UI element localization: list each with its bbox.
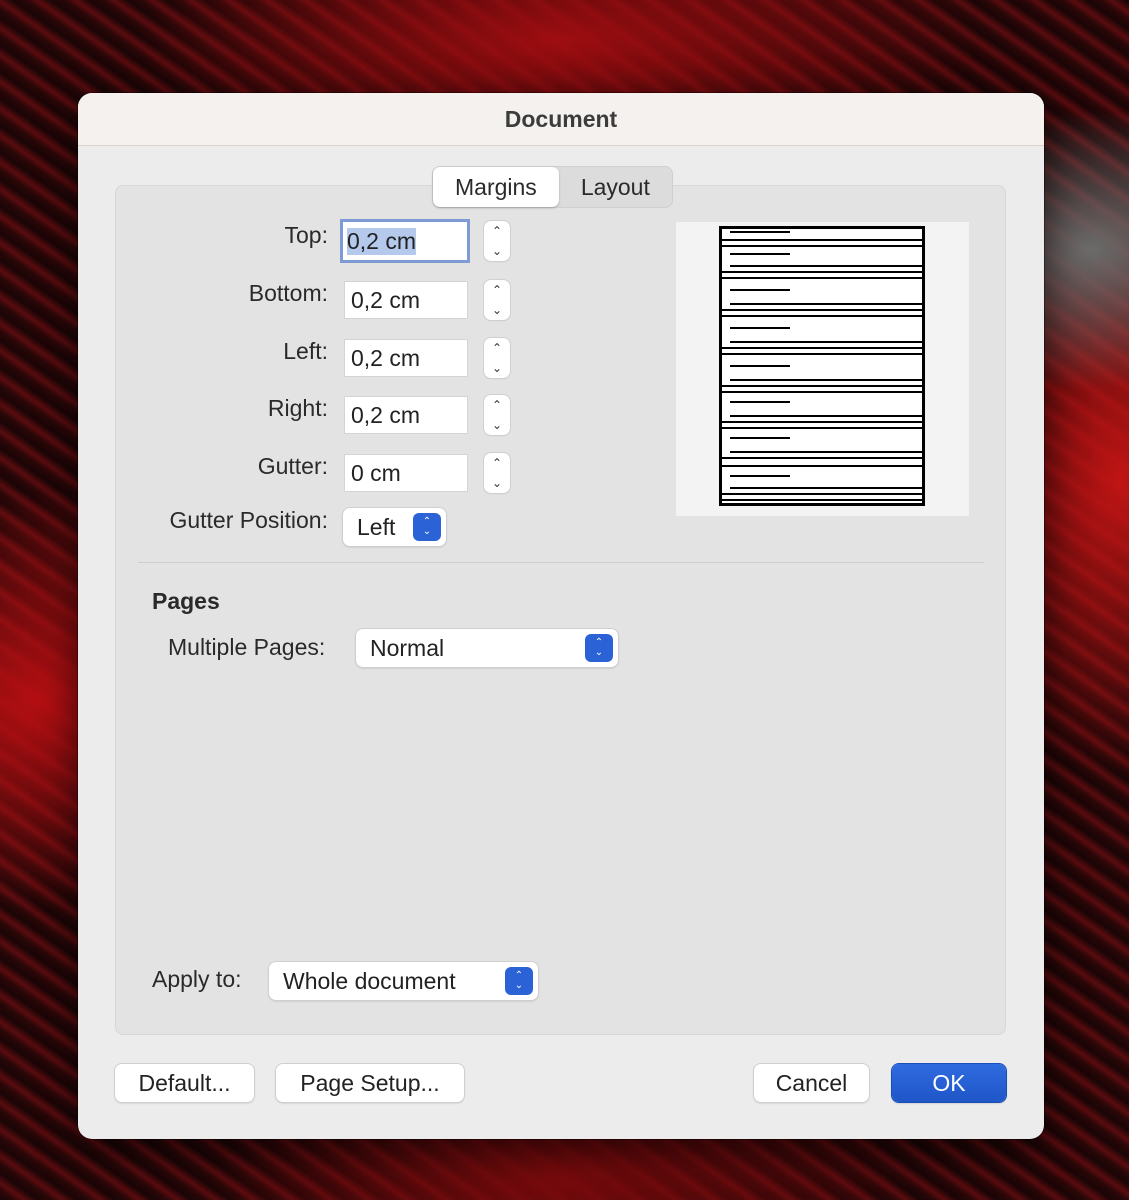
chevron-down-icon[interactable]: ⌄ [492, 419, 502, 431]
multiple-pages-value: Normal [370, 634, 445, 661]
preview-line [730, 437, 790, 439]
preview-line [722, 347, 922, 349]
preview-line [730, 289, 790, 291]
title-bar: Document [78, 93, 1044, 146]
default-button[interactable]: Default... [115, 1064, 254, 1102]
bottom-margin-stepper[interactable]: ⌃ ⌄ [484, 280, 510, 320]
left-margin-stepper[interactable]: ⌃ ⌄ [484, 338, 510, 378]
gutter-position-label: Gutter Position: [169, 507, 328, 533]
margins-panel: Top: 0,2 cm ⌃ ⌄ Bottom: 0,2 cm ⌃ ⌄ Left:… [115, 185, 1006, 1035]
chevron-up-icon[interactable]: ⌃ [492, 399, 502, 411]
left-margin-input[interactable]: 0,2 cm [344, 339, 468, 377]
chevron-updown-icon: ⌃ ⌄ [585, 634, 613, 662]
preview-line [722, 391, 922, 393]
document-dialog: Document Margins Layout Top: 0,2 cm ⌃ ⌄ … [78, 93, 1044, 1139]
preview-line [730, 401, 790, 403]
page-setup-button[interactable]: Page Setup... [276, 1064, 464, 1102]
preview-line [730, 415, 922, 417]
right-margin-stepper[interactable]: ⌃ ⌄ [484, 395, 510, 435]
preview-line [730, 475, 790, 477]
chevron-updown-icon: ⌃ ⌄ [413, 513, 441, 541]
preview-line [722, 239, 922, 241]
gutter-input[interactable]: 0 cm [344, 454, 468, 492]
preview-line [730, 379, 922, 381]
preview-line [722, 499, 922, 501]
tab-margins[interactable]: Margins [433, 167, 559, 207]
preview-line [722, 465, 922, 467]
preview-line [730, 231, 790, 233]
preview-line [730, 341, 922, 343]
tab-bar: Margins Layout [432, 166, 673, 208]
preview-line [722, 493, 922, 495]
gutter-stepper[interactable]: ⌃ ⌄ [484, 453, 510, 493]
preview-line [722, 427, 922, 429]
right-label: Right: [267, 395, 328, 421]
gutter-position-value: Left [357, 513, 396, 540]
top-margin-value: 0,2 cm [347, 227, 417, 255]
preview-line [722, 271, 922, 273]
chevron-up-icon[interactable]: ⌃ [492, 225, 502, 237]
window-title: Document [504, 105, 618, 132]
chevron-down-icon[interactable]: ⌄ [492, 477, 502, 489]
chevron-up-icon[interactable]: ⌃ [492, 284, 502, 296]
chevron-down-icon[interactable]: ⌄ [492, 304, 502, 316]
cancel-button[interactable]: Cancel [754, 1064, 869, 1102]
top-margin-input[interactable]: 0,2 cm [340, 219, 470, 263]
bottom-margin-input[interactable]: 0,2 cm [344, 281, 468, 319]
gutter-position-select[interactable]: Left ⌃ ⌄ [343, 508, 446, 546]
page-preview [676, 222, 969, 516]
chevron-updown-icon: ⌃ ⌄ [505, 967, 533, 995]
preview-line [722, 421, 922, 423]
preview-line [722, 353, 922, 355]
top-label: Top: [284, 222, 328, 248]
ok-button[interactable]: OK [892, 1064, 1006, 1102]
bottom-label: Bottom: [248, 280, 328, 306]
preview-line [722, 385, 922, 387]
multiple-pages-label: Multiple Pages: [168, 634, 326, 660]
chevron-down-icon[interactable]: ⌄ [492, 362, 502, 374]
apply-to-select[interactable]: Whole document ⌃ ⌄ [269, 962, 538, 1000]
preview-line [730, 487, 922, 489]
preview-line [730, 303, 922, 305]
preview-line [722, 309, 922, 311]
preview-line [722, 457, 922, 459]
preview-line [722, 245, 922, 247]
preview-line [722, 277, 922, 279]
chevron-up-icon[interactable]: ⌃ [492, 457, 502, 469]
tab-layout[interactable]: Layout [559, 167, 672, 207]
preview-line [730, 327, 790, 329]
right-margin-input[interactable]: 0,2 cm [344, 396, 468, 434]
page-thumbnail [719, 226, 925, 506]
preview-line [730, 265, 922, 267]
top-margin-stepper[interactable]: ⌃ ⌄ [484, 221, 510, 261]
gutter-label: Gutter: [257, 453, 328, 479]
chevron-down-icon[interactable]: ⌄ [492, 245, 502, 257]
section-divider [138, 562, 984, 563]
pages-section-title: Pages [152, 588, 220, 614]
left-label: Left: [283, 338, 328, 364]
preview-line [722, 315, 922, 317]
preview-line [730, 451, 922, 453]
multiple-pages-select[interactable]: Normal ⌃ ⌄ [356, 629, 618, 667]
preview-line [730, 253, 790, 255]
apply-to-label: Apply to: [152, 966, 242, 992]
preview-line [730, 365, 790, 367]
apply-to-value: Whole document [283, 967, 456, 994]
chevron-up-icon[interactable]: ⌃ [492, 342, 502, 354]
